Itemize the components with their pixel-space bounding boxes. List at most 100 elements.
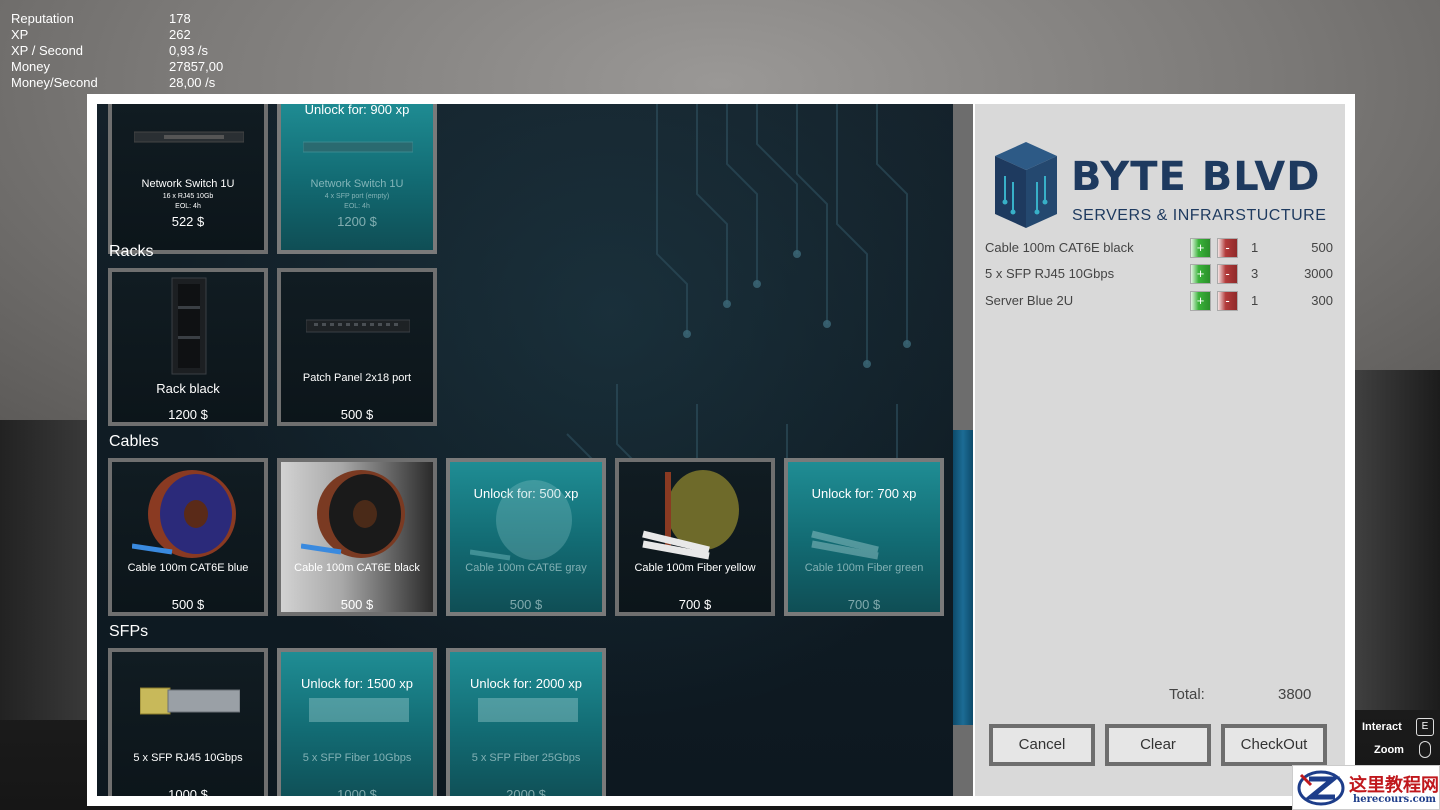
player-stats: Reputation 178 XP 262 XP / Second 0,93 /… <box>11 11 249 91</box>
shop-item-rack-black[interactable]: Rack black 1200 $ <box>108 268 268 426</box>
item-spec: 4 x SFP port (empty) <box>324 193 390 200</box>
decrease-quantity-button[interactable]: - <box>1217 238 1238 258</box>
network-switch-icon <box>134 131 244 143</box>
cart-item-quantity: 1 <box>1251 293 1259 308</box>
item-name: Cable 100m Fiber yellow <box>634 562 756 574</box>
cart-item-row: 5 x SFP RJ45 10Gbps + - 3 3000 <box>985 264 1335 284</box>
cable-spool-icon <box>301 470 405 558</box>
stat-label: Reputation <box>11 11 74 26</box>
total-label: Total: <box>1169 686 1205 703</box>
item-name: Cable 100m CAT6E gray <box>465 562 587 574</box>
shop-item-sfp-fiber-25gbps[interactable]: Unlock for: 2000 xp 5 x SFP Fiber 25Gbps… <box>446 648 606 796</box>
stat-value: 28,00 /s <box>169 75 216 90</box>
room-furniture-right <box>1355 370 1440 710</box>
cart-item-quantity: 1 <box>1251 240 1259 255</box>
total-value: 3800 <box>1278 686 1312 703</box>
stat-value: 0,93 /s <box>169 43 209 58</box>
shop-item-cable-fiber-green[interactable]: Unlock for: 700 xp Cable 100m Fiber gree… <box>784 458 944 616</box>
increase-quantity-button[interactable]: + <box>1190 238 1211 258</box>
item-name: Cable 100m Fiber green <box>804 562 924 574</box>
stat-money: Money 27857,00 <box>11 59 249 75</box>
item-spec: 16 x RJ45 10Gb <box>162 193 214 200</box>
increase-quantity-button[interactable]: + <box>1190 291 1211 311</box>
interact-key-e: E <box>1416 718 1434 736</box>
cart-panel: BYTE BLVD SERVERS & INFRARSTUCTURE Cable… <box>975 104 1345 796</box>
stat-xp-per-second: XP / Second 0,93 /s <box>11 43 249 59</box>
cancel-button[interactable]: Cancel <box>989 724 1095 766</box>
stat-label: XP <box>11 27 29 42</box>
cart-item-name: 5 x SFP RJ45 10Gbps <box>985 266 1115 281</box>
shop-panel: Network Switch 1U 16 x RJ45 10Gb EOL: 4h… <box>87 94 1355 806</box>
item-price: 500 $ <box>509 597 543 612</box>
shop-item-cable-fiber-yellow[interactable]: Cable 100m Fiber yellow 700 $ <box>615 458 775 616</box>
shop-item-sfp-rj45-10gbps[interactable]: 5 x SFP RJ45 10Gbps 1000 $ <box>108 648 268 796</box>
room-furniture-left <box>0 420 90 720</box>
item-price: 700 $ <box>847 597 881 612</box>
item-price: 1200 $ <box>337 214 377 229</box>
section-title-cables: Cables <box>109 433 159 450</box>
fiber-spool-icon <box>811 530 879 560</box>
shop-item-network-switch-sfp[interactable]: Unlock for: 900 xp Network Switch 1U 4 x… <box>277 104 437 254</box>
item-name: Network Switch 1U <box>141 178 235 190</box>
shop-catalog[interactable]: Network Switch 1U 16 x RJ45 10Gb EOL: 4h… <box>97 104 953 796</box>
section-title-racks: Racks <box>109 243 154 260</box>
item-name: 5 x SFP Fiber 25Gbps <box>471 752 581 764</box>
checkout-button[interactable]: CheckOut <box>1221 724 1327 766</box>
logo-title: BYTE BLVD <box>1071 154 1321 200</box>
item-price: 500 $ <box>171 597 205 612</box>
item-name: Patch Panel 2x18 port <box>302 372 412 384</box>
cart-item-name: Server Blue 2U <box>985 293 1074 308</box>
stat-reputation: Reputation 178 <box>11 11 249 27</box>
shop-item-cable-cat6e-black[interactable]: Cable 100m CAT6E black 500 $ <box>277 458 437 616</box>
item-price: 1200 $ <box>168 407 208 422</box>
zoom-hint-label: Zoom <box>1374 744 1404 756</box>
shop-item-network-switch[interactable]: Network Switch 1U 16 x RJ45 10Gb EOL: 4h… <box>108 104 268 254</box>
stat-label: XP / Second <box>11 43 84 58</box>
increase-quantity-button[interactable]: + <box>1190 264 1211 284</box>
cable-spool-icon <box>132 470 236 558</box>
item-name: Rack black <box>156 381 220 396</box>
unlock-requirement: Unlock for: 900 xp <box>304 104 410 117</box>
cable-spool-icon <box>470 480 572 561</box>
watermark-logo-icon <box>1297 770 1345 806</box>
section-title-sfps: SFPs <box>109 623 149 640</box>
rack-icon <box>171 277 207 375</box>
shop-item-cable-cat6e-gray[interactable]: Unlock for: 500 xp Cable 100m CAT6E gray… <box>446 458 606 616</box>
patch-panel-icon <box>306 319 410 333</box>
item-price: 1000 $ <box>337 787 377 796</box>
item-name: 5 x SFP RJ45 10Gbps <box>133 752 243 764</box>
cart-item-quantity: 3 <box>1251 266 1259 281</box>
item-price: 500 $ <box>340 407 374 422</box>
shop-item-sfp-fiber-10gbps[interactable]: Unlock for: 1500 xp 5 x SFP Fiber 10Gbps… <box>277 648 437 796</box>
cart-item-price: 300 <box>1311 293 1333 308</box>
item-price: 522 $ <box>171 214 205 229</box>
item-name: Network Switch 1U <box>310 178 404 190</box>
stat-value: 27857,00 <box>169 59 224 74</box>
unlock-requirement: Unlock for: 2000 xp <box>469 676 582 691</box>
shop-item-patch-panel[interactable]: Patch Panel 2x18 port 500 $ <box>277 268 437 426</box>
decrease-quantity-button[interactable]: - <box>1217 291 1238 311</box>
item-eol: EOL: 4h <box>175 203 201 210</box>
item-name: Cable 100m CAT6E black <box>294 562 420 574</box>
sfp-module-icon <box>309 698 409 722</box>
stat-label: Money/Second <box>11 75 98 90</box>
sfp-module-icon <box>140 687 240 715</box>
cart-item-row: Server Blue 2U + - 1 300 <box>985 291 1335 311</box>
clear-button[interactable]: Clear <box>1105 724 1211 766</box>
item-name: Cable 100m CAT6E blue <box>127 562 249 574</box>
network-switch-icon <box>303 141 413 153</box>
sfp-module-icon <box>478 698 578 722</box>
logo-subtitle: SERVERS & INFRARSTUCTURE <box>1072 207 1327 224</box>
decrease-quantity-button[interactable]: - <box>1217 264 1238 284</box>
mouse-scroll-icon <box>1419 741 1431 758</box>
stat-label: Money <box>11 59 51 74</box>
shop-scrollbar-thumb[interactable] <box>953 430 973 725</box>
server-tower-logo-icon <box>995 142 1057 228</box>
item-price: 700 $ <box>678 597 712 612</box>
shop-item-cable-cat6e-blue[interactable]: Cable 100m CAT6E blue 500 $ <box>108 458 268 616</box>
interact-hint-label: Interact <box>1362 721 1402 733</box>
stat-value: 262 <box>169 27 191 42</box>
cart-item-price: 500 <box>1311 240 1333 255</box>
cart-item-name: Cable 100m CAT6E black <box>985 240 1134 255</box>
item-eol: EOL: 4h <box>344 203 370 210</box>
